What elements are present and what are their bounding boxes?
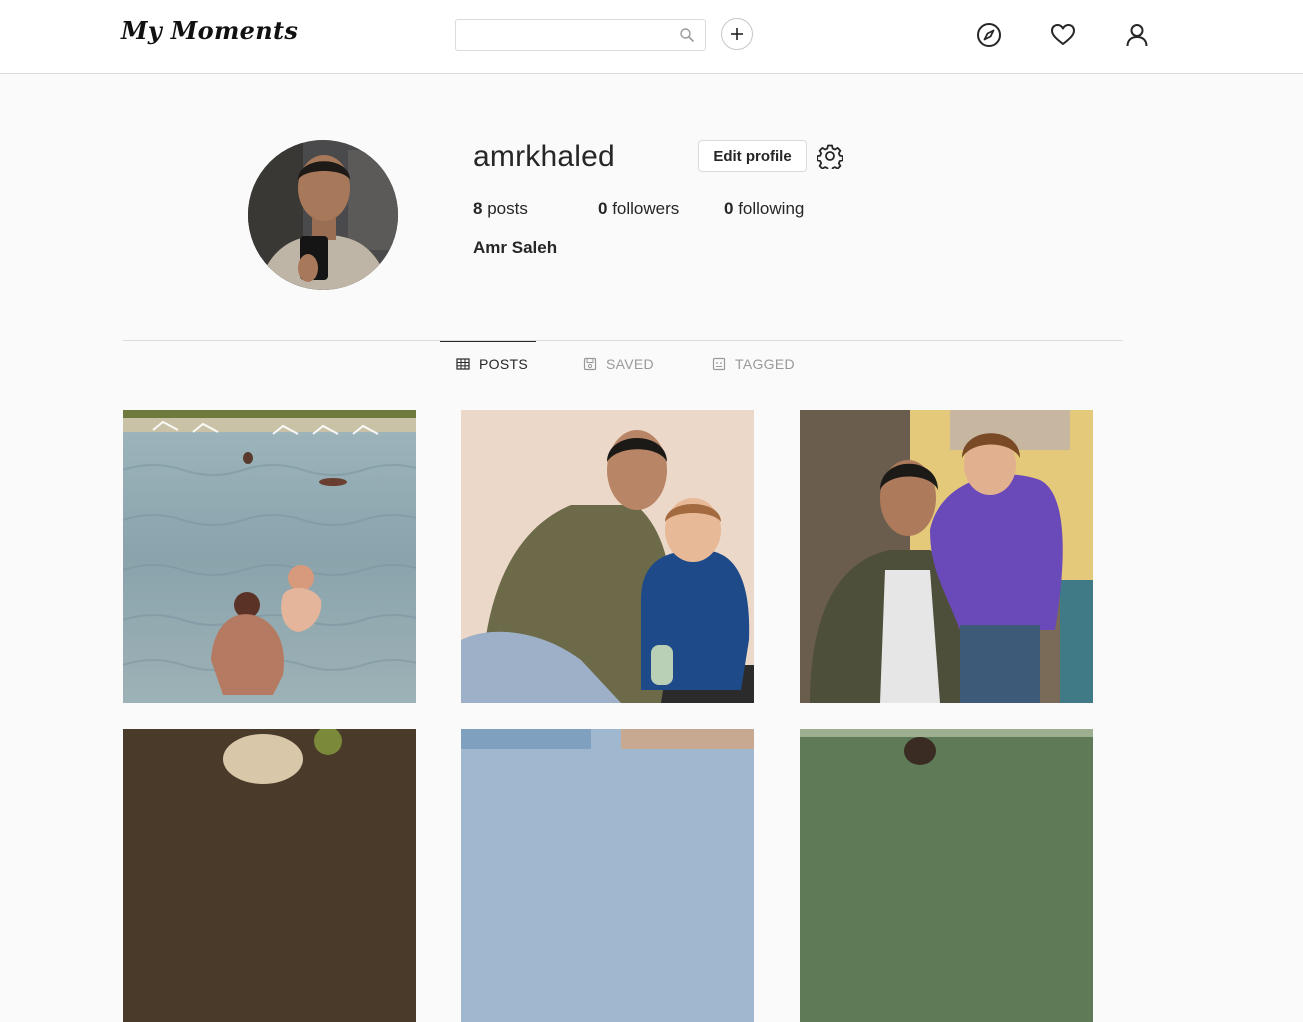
followers-count: 0 — [598, 199, 608, 218]
bookmark-icon — [583, 357, 597, 371]
profile-avatar — [248, 140, 398, 290]
heart-icon[interactable] — [1050, 22, 1076, 48]
tab-saved[interactable]: SAVED — [583, 342, 654, 386]
post-image — [800, 729, 1093, 1022]
search-box[interactable] — [455, 19, 706, 51]
following-count: 0 — [724, 199, 734, 218]
posts-count-stat: 8 posts — [473, 199, 528, 219]
post-image — [461, 729, 754, 1022]
tab-tagged[interactable]: TAGGED — [712, 342, 795, 386]
post-thumbnail[interactable] — [123, 729, 416, 1022]
profile-full-name: Amr Saleh — [473, 238, 558, 257]
compass-icon[interactable] — [976, 22, 1002, 48]
followers-stat[interactable]: 0 followers — [598, 199, 679, 219]
tabs-divider — [123, 340, 1123, 341]
post-image — [123, 729, 416, 1022]
edit-profile-button[interactable]: Edit profile — [698, 140, 807, 172]
tag-icon — [712, 357, 726, 371]
post-image — [123, 410, 416, 703]
tab-tagged-label: TAGGED — [735, 356, 795, 372]
tab-posts[interactable]: POSTS — [440, 341, 536, 385]
profile-username: amrkhaled — [473, 140, 615, 173]
post-thumbnail[interactable] — [800, 410, 1093, 703]
post-thumbnail[interactable] — [461, 729, 754, 1022]
top-navigation-bar: My Moments — [0, 0, 1303, 74]
user-icon[interactable] — [1124, 22, 1150, 48]
new-post-button[interactable] — [721, 18, 753, 50]
search-icon[interactable] — [679, 27, 695, 43]
settings-gear-icon[interactable] — [817, 143, 843, 169]
post-thumbnail[interactable] — [800, 729, 1093, 1022]
post-image — [800, 410, 1093, 703]
following-label: following — [738, 199, 805, 218]
posts-label: posts — [487, 199, 528, 218]
search-input[interactable] — [464, 21, 678, 51]
followers-label: followers — [612, 199, 680, 218]
post-image — [461, 410, 754, 703]
following-stat[interactable]: 0 following — [724, 199, 804, 219]
tab-saved-label: SAVED — [606, 356, 654, 372]
app-logo[interactable]: My Moments — [121, 16, 298, 45]
post-thumbnail[interactable] — [461, 410, 754, 703]
plus-icon — [731, 28, 743, 40]
post-thumbnail[interactable] — [123, 410, 416, 703]
posts-count: 8 — [473, 199, 483, 218]
grid-icon — [456, 357, 470, 370]
tab-posts-label: POSTS — [479, 355, 528, 372]
